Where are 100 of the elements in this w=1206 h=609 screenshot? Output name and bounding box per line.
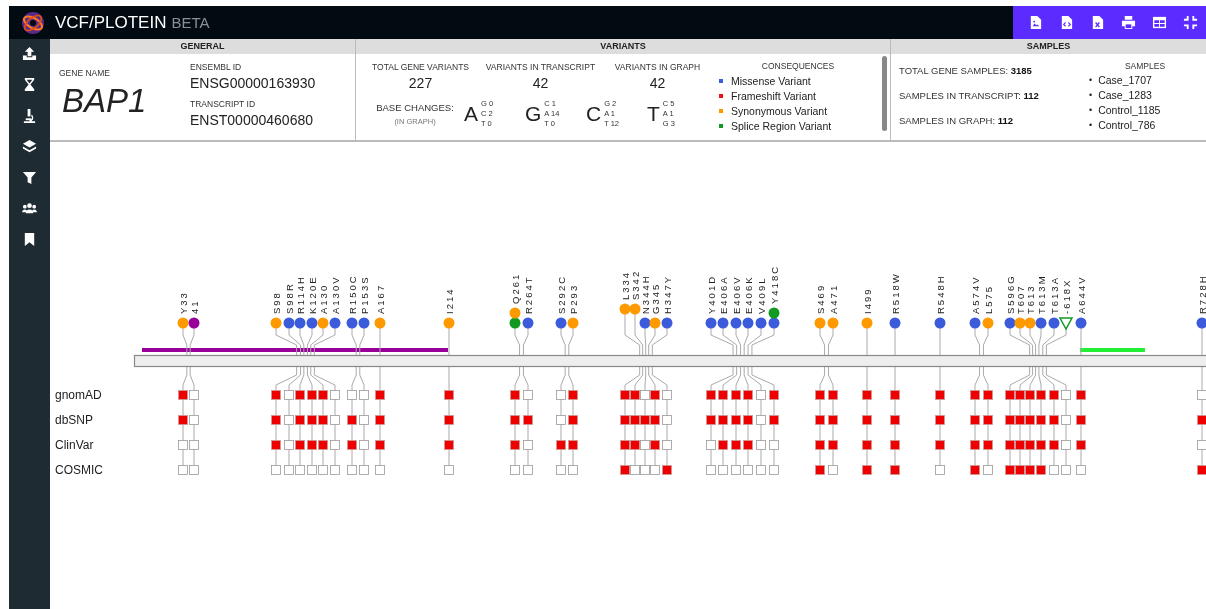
legend-label: Frameshift Variant xyxy=(731,89,816,102)
variant-label: T613 xyxy=(1024,284,1036,314)
users-icon[interactable] xyxy=(22,201,37,216)
variant-label: N344H xyxy=(639,274,651,314)
variant-dot[interactable] xyxy=(661,317,673,329)
bullet: • xyxy=(1089,105,1093,116)
variant-label: S469 xyxy=(814,283,826,314)
variant-dot[interactable] xyxy=(317,317,329,329)
gene-name: BAP1 xyxy=(62,82,148,120)
base-letter: C xyxy=(586,101,602,126)
variant-dot[interactable] xyxy=(177,317,189,329)
variant-dot[interactable] xyxy=(717,317,729,329)
base-letter: T xyxy=(647,101,660,126)
layers-icon[interactable] xyxy=(22,139,37,154)
variant-dot[interactable] xyxy=(283,317,295,329)
variant-label: R264T xyxy=(522,275,534,314)
variant-label: V409L xyxy=(755,276,767,314)
ensembl-id: ENSG00000163930 xyxy=(190,75,316,91)
variant-label: T613M xyxy=(1035,274,1047,314)
variant-dot[interactable] xyxy=(567,317,579,329)
variant-label: Y401D xyxy=(705,274,717,314)
variant-dot[interactable] xyxy=(555,317,567,329)
variant-dot[interactable] xyxy=(306,317,318,329)
triangle-marker[interactable] xyxy=(1058,317,1074,331)
variant-label: A130 xyxy=(317,283,329,314)
bookmark-icon[interactable] xyxy=(22,232,37,247)
sample-stat: SAMPLES IN TRANSCRIPT: 112 xyxy=(899,90,1040,101)
section-header: GENERAL xyxy=(50,39,355,54)
variant-dot[interactable] xyxy=(270,317,282,329)
variant-label: G345 xyxy=(649,282,661,314)
variant-label: L334 xyxy=(619,270,631,300)
variant-dot[interactable] xyxy=(768,307,780,319)
stat-value: 227 xyxy=(408,75,433,91)
variant-label: H347Y xyxy=(661,274,673,314)
variant-dot[interactable] xyxy=(294,317,306,329)
variant-dot[interactable] xyxy=(346,317,358,329)
variant-dot[interactable] xyxy=(814,317,826,329)
variant-dot[interactable] xyxy=(509,307,521,319)
database-label: dbSNP xyxy=(55,413,94,427)
variant-dot[interactable] xyxy=(1024,317,1036,329)
base-letter: A xyxy=(464,101,478,126)
variant-dot[interactable] xyxy=(188,317,200,329)
upload-icon[interactable] xyxy=(22,46,37,61)
variant-dot[interactable] xyxy=(730,317,742,329)
table-icon[interactable] xyxy=(1152,15,1167,30)
variant-label: S596G xyxy=(1004,274,1016,314)
variant-dot[interactable] xyxy=(649,317,661,329)
code-file-icon[interactable] xyxy=(1059,15,1074,30)
variant-dot[interactable] xyxy=(861,317,873,329)
variant-label: S292C xyxy=(555,274,567,314)
variant-dot[interactable] xyxy=(1004,317,1016,329)
field-label: GENE NAME xyxy=(59,68,111,78)
database-label: gnomAD xyxy=(55,388,102,402)
variant-dot[interactable] xyxy=(629,303,641,315)
variant-dot[interactable] xyxy=(1035,317,1047,329)
scrollbar-thumb[interactable] xyxy=(882,56,887,131)
collapse-icon[interactable] xyxy=(1183,15,1198,30)
variant-label: I214 xyxy=(443,287,455,314)
stat-label: VARIANTS IN GRAPH xyxy=(614,62,701,72)
variant-dot[interactable] xyxy=(889,317,901,329)
variant-dot[interactable] xyxy=(443,317,455,329)
variant-label: S342 xyxy=(629,269,641,300)
microscope-icon[interactable] xyxy=(22,108,37,123)
variant-dot[interactable] xyxy=(1075,317,1087,329)
variant-dot[interactable] xyxy=(619,303,631,315)
variant-dot[interactable] xyxy=(358,317,370,329)
sample-stat: TOTAL GENE SAMPLES: 3185 xyxy=(899,65,1033,76)
print-icon[interactable] xyxy=(1121,15,1136,30)
variant-dot[interactable] xyxy=(755,317,767,329)
variant-dot[interactable] xyxy=(1048,317,1060,329)
sample-item: Control_1185 xyxy=(1098,104,1161,117)
legend-label: Missense Variant xyxy=(731,74,811,87)
bullet: • xyxy=(1089,90,1093,101)
variant-dot[interactable] xyxy=(522,317,534,329)
variant-dot[interactable] xyxy=(934,317,946,329)
image-file-icon[interactable] xyxy=(1028,15,1043,30)
variant-label: Y418C xyxy=(768,264,780,304)
variant-dot[interactable] xyxy=(639,317,651,329)
variant-dot[interactable] xyxy=(1014,317,1026,329)
variant-dot[interactable] xyxy=(329,317,341,329)
variant-dot[interactable] xyxy=(982,317,994,329)
variant-dot[interactable] xyxy=(705,317,717,329)
section-header: SAMPLES xyxy=(891,39,1206,54)
variant-dot[interactable] xyxy=(742,317,754,329)
legend-label: Splice Region Variant xyxy=(731,119,832,132)
hourglass-icon[interactable] xyxy=(22,77,37,92)
variant-dot[interactable] xyxy=(768,317,780,329)
variant-dot[interactable] xyxy=(969,317,981,329)
variant-label: R728H xyxy=(1196,274,1206,314)
filter-icon[interactable] xyxy=(22,170,37,185)
variant-label: I499 xyxy=(861,287,873,314)
stat-label: VARIANTS IN TRANSCRIPT xyxy=(485,62,596,72)
variant-dot[interactable] xyxy=(827,317,839,329)
variant-label: 41 xyxy=(188,299,200,314)
spreadsheet-file-icon[interactable] xyxy=(1090,15,1105,30)
variant-label: K120E xyxy=(306,275,318,314)
variant-dot[interactable] xyxy=(509,317,521,329)
variant-label: A130V xyxy=(329,275,341,314)
variant-dot[interactable] xyxy=(374,317,386,329)
bullet: • xyxy=(1089,75,1093,86)
